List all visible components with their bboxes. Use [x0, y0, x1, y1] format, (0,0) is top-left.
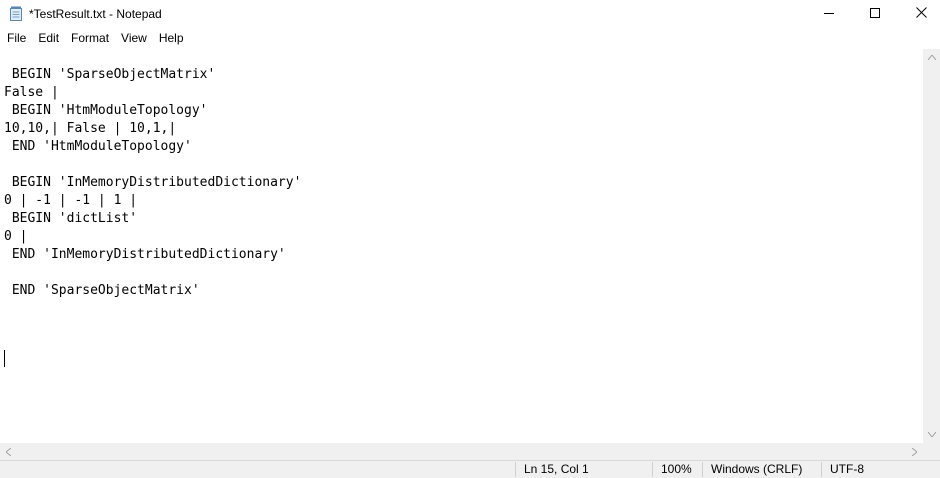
- status-bar: Ln 15, Col 1 100% Windows (CRLF) UTF-8: [0, 460, 940, 478]
- title-bar[interactable]: *TestResult.txt - Notepad: [0, 0, 940, 28]
- menu-help[interactable]: Help: [153, 28, 190, 49]
- editor-content[interactable]: BEGIN 'SparseObjectMatrix' False | BEGIN…: [4, 66, 301, 300]
- menu-file[interactable]: File: [1, 28, 32, 49]
- maximize-button[interactable]: [852, 0, 898, 28]
- minimize-button[interactable]: [806, 0, 852, 28]
- status-divider: [515, 462, 516, 477]
- horizontal-scrollbar[interactable]: [0, 443, 923, 460]
- text-editor[interactable]: BEGIN 'SparseObjectMatrix' False | BEGIN…: [0, 49, 923, 443]
- menu-view[interactable]: View: [115, 28, 153, 49]
- scroll-left-icon[interactable]: [0, 443, 17, 460]
- status-line-ending: Windows (CRLF): [711, 462, 803, 476]
- status-divider: [702, 462, 703, 477]
- minimize-icon: [824, 5, 834, 23]
- notepad-icon[interactable]: [9, 6, 23, 21]
- status-cursor-position: Ln 15, Col 1: [524, 462, 589, 476]
- status-divider: [821, 462, 822, 477]
- notepad-window: *TestResult.txt - Notepad File Edit Form…: [0, 0, 940, 478]
- menu-edit[interactable]: Edit: [32, 28, 65, 49]
- status-encoding: UTF-8: [830, 462, 864, 476]
- close-icon: [915, 5, 927, 23]
- window-title: *TestResult.txt - Notepad: [29, 7, 162, 21]
- scroll-up-icon[interactable]: [923, 49, 940, 66]
- text-caret: [4, 350, 5, 367]
- menu-format[interactable]: Format: [65, 28, 115, 49]
- status-divider: [652, 462, 653, 477]
- scroll-down-icon[interactable]: [923, 426, 940, 443]
- menu-bar: File Edit Format View Help: [0, 28, 940, 49]
- scroll-right-icon[interactable]: [906, 443, 923, 460]
- vertical-scrollbar[interactable]: [923, 49, 940, 443]
- close-button[interactable]: [898, 0, 940, 28]
- status-zoom: 100%: [661, 462, 692, 476]
- scrollbar-corner: [923, 443, 940, 460]
- maximize-icon: [870, 5, 880, 23]
